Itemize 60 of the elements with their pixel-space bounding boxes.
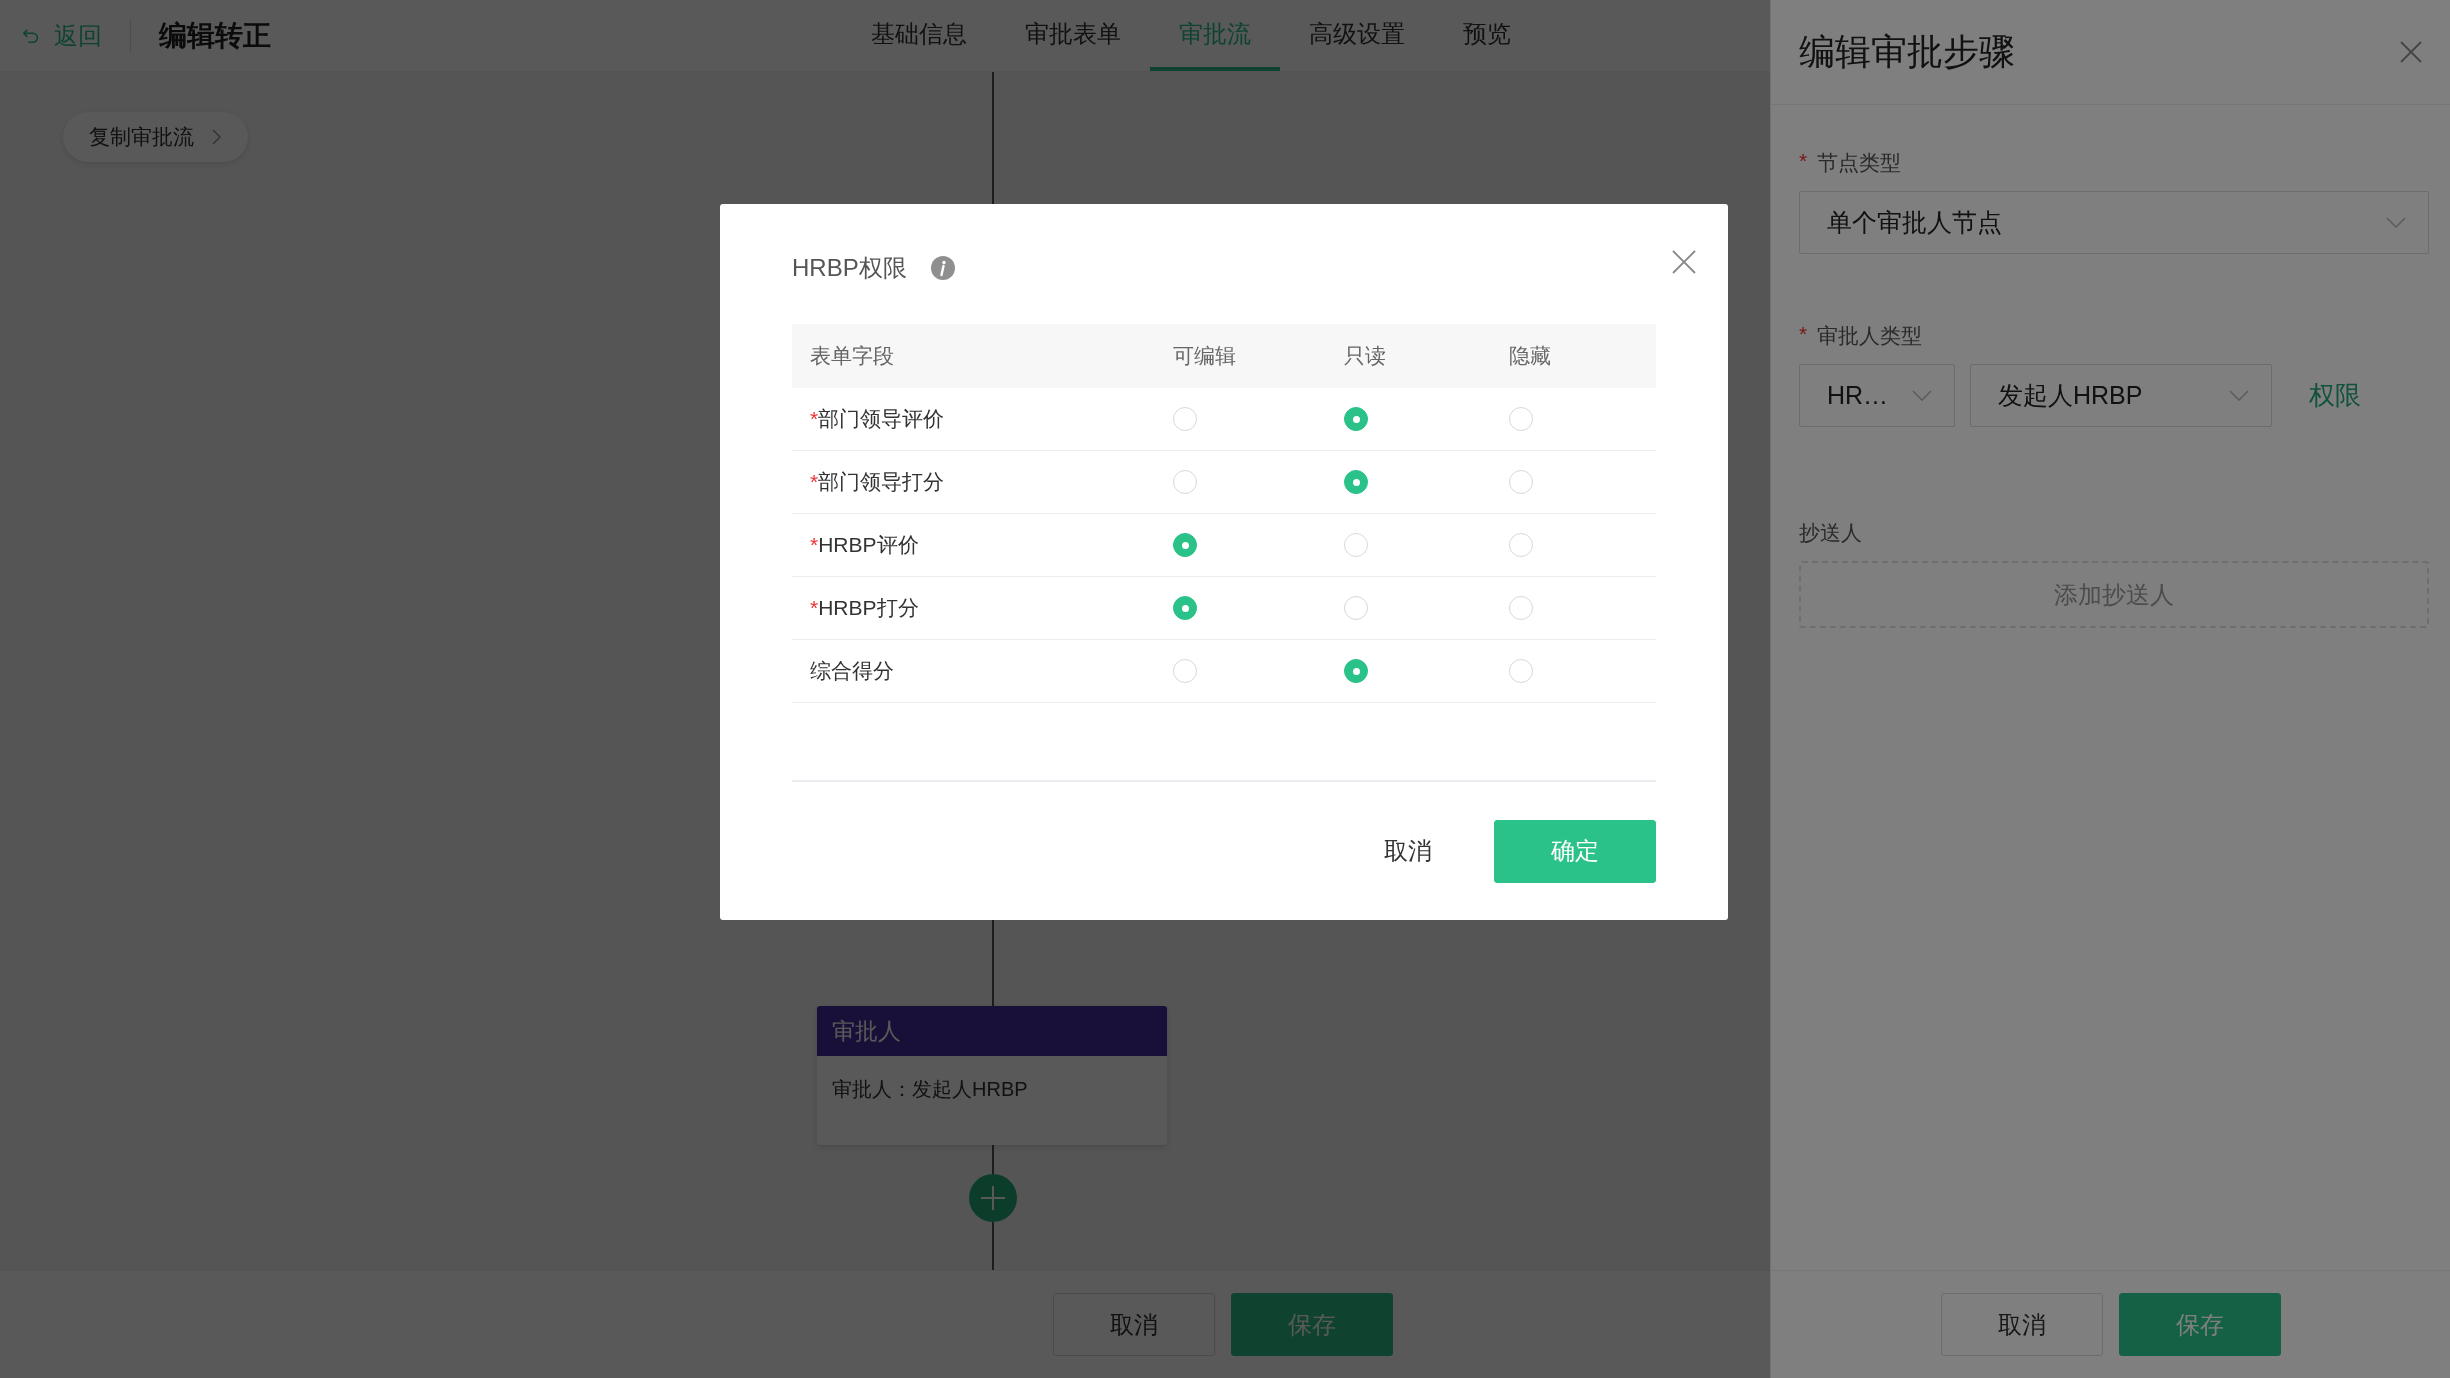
nav-tab[interactable]: 基础信息: [842, 0, 996, 71]
radio-button[interactable]: [1344, 470, 1368, 494]
field-name: *部门领导打分: [792, 450, 1172, 514]
column-header: 可编辑: [1172, 324, 1343, 388]
node-text: 审批人：发起人HRBP: [831, 1077, 1029, 1102]
copy-flow-button[interactable]: 复制审批流: [63, 112, 248, 162]
radio-button[interactable]: [1344, 659, 1368, 683]
radio-button[interactable]: [1509, 659, 1533, 683]
chevron-down-icon: [1912, 389, 1932, 402]
add-node-plus-icon[interactable]: [969, 1174, 1017, 1222]
dialog-title: HRBP权限: [792, 253, 907, 283]
cancel-button[interactable]: 取消: [1348, 819, 1468, 883]
drawer-title: 编辑审批步骤: [1799, 29, 2015, 74]
radio-button[interactable]: [1509, 407, 1533, 431]
chevron-down-icon: [2229, 389, 2249, 402]
radio-button[interactable]: [1173, 407, 1197, 431]
chevron-down-icon: [2386, 216, 2406, 229]
radio-button[interactable]: [1344, 407, 1368, 431]
field-name: *部门领导评价: [792, 388, 1172, 451]
radio-button[interactable]: [1173, 533, 1197, 557]
field-name: *HRBP打分: [792, 576, 1172, 640]
confirm-button[interactable]: 确定: [1494, 819, 1656, 883]
select-field[interactable]: 单个审批人节点: [1799, 191, 2429, 254]
close-icon[interactable]: [2400, 41, 2422, 63]
close-icon[interactable]: [1672, 250, 1696, 274]
radio-button[interactable]: [1509, 533, 1533, 557]
radio-button[interactable]: [1173, 470, 1197, 494]
radio-button[interactable]: [1344, 533, 1368, 557]
save-button[interactable]: 保存: [2118, 1293, 2281, 1356]
field-label: 审批人类型: [1817, 323, 1923, 349]
radio-button[interactable]: [1509, 596, 1533, 620]
required-mark: *: [1799, 322, 1808, 347]
required-mark: *: [1799, 149, 1808, 174]
field-name: *HRBP评价: [792, 513, 1172, 577]
node-header: 审批人: [817, 1006, 1167, 1056]
approver-node-card[interactable]: 审批人 审批人：发起人HRBP: [817, 1006, 1167, 1145]
field-label: 节点类型: [1817, 150, 1902, 176]
chevron-right-icon: [212, 129, 222, 145]
radio-button[interactable]: [1173, 596, 1197, 620]
page-title: 编辑转正: [159, 18, 271, 53]
select-field[interactable]: 发起人HRBP: [1970, 364, 2272, 427]
radio-button[interactable]: [1509, 470, 1533, 494]
info-icon: [930, 256, 955, 280]
radio-button[interactable]: [1344, 596, 1368, 620]
cancel-button[interactable]: 取消: [1053, 1293, 1215, 1356]
back-link[interactable]: 返回: [22, 19, 102, 52]
column-header: 只读: [1343, 324, 1508, 388]
column-header: 隐藏: [1508, 324, 1656, 388]
undo-icon: [22, 26, 40, 45]
save-button[interactable]: 保存: [1231, 1293, 1393, 1356]
radio-button[interactable]: [1173, 659, 1197, 683]
nav-tab[interactable]: 预览: [1434, 0, 1540, 71]
permission-link[interactable]: 权限: [2309, 378, 2361, 413]
select-field[interactable]: HR…: [1799, 364, 1955, 427]
field-name: 综合得分: [792, 639, 1172, 703]
column-header: 表单字段: [792, 324, 1172, 388]
field-label: 抄送人: [1799, 520, 1862, 546]
nav-tab[interactable]: 审批表单: [996, 0, 1150, 71]
cancel-button[interactable]: 取消: [1940, 1293, 2103, 1356]
nav-tab[interactable]: 高级设置: [1280, 0, 1434, 71]
